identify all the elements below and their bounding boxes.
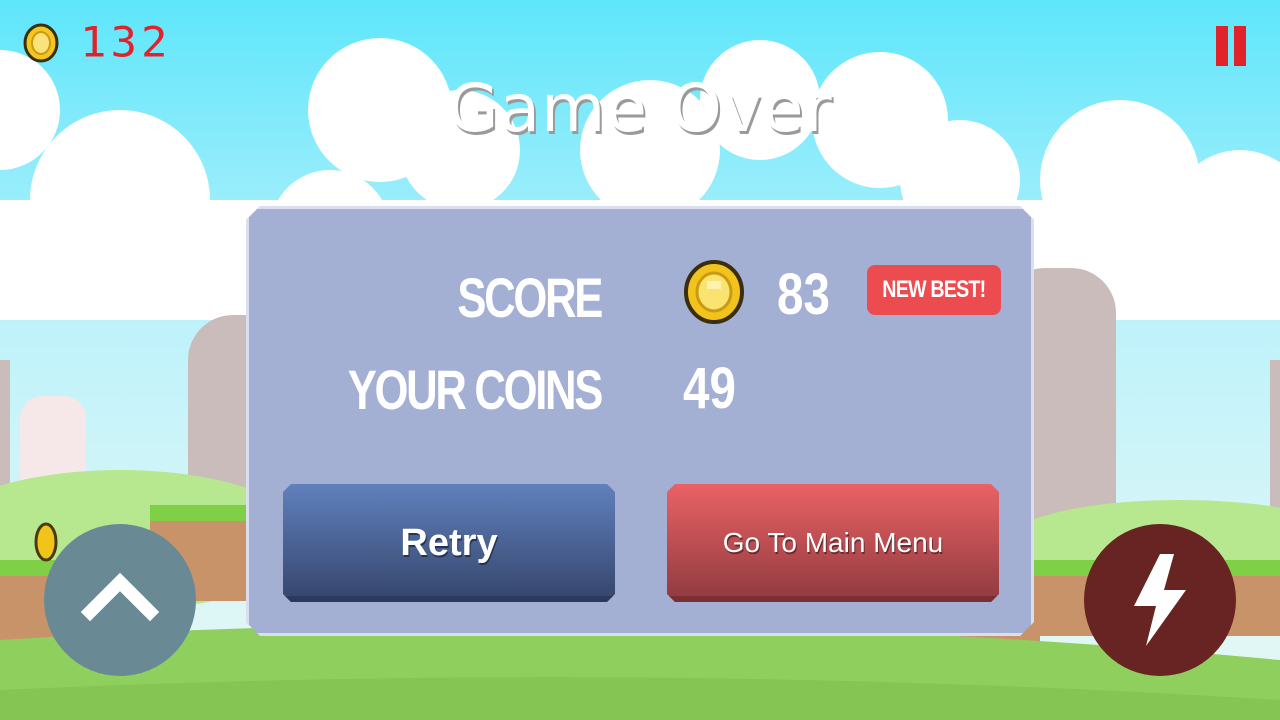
new-best-badge: NEW BEST! bbox=[867, 265, 1001, 315]
hud-coin-counter: 132 bbox=[22, 22, 171, 64]
pause-button[interactable] bbox=[1210, 26, 1250, 68]
main-menu-button-label: Go To Main Menu bbox=[722, 527, 944, 558]
score-label: SCORE bbox=[457, 266, 601, 329]
coin-icon bbox=[23, 23, 59, 63]
boost-button[interactable] bbox=[1084, 524, 1236, 676]
coin-total: 132 bbox=[80, 18, 172, 67]
your-coins-value: 49 bbox=[683, 356, 736, 421]
main-menu-button[interactable]: Go To Main Menu bbox=[667, 484, 999, 602]
score-value: 83 bbox=[777, 262, 830, 327]
coin-icon bbox=[683, 259, 745, 325]
jump-button[interactable] bbox=[44, 524, 196, 676]
retry-button-label: Retry bbox=[400, 521, 498, 564]
game-over-panel: SCORE 83 NEW BEST! YOUR COINS 49 Retry G… bbox=[246, 206, 1034, 636]
retry-button[interactable]: Retry bbox=[283, 484, 615, 602]
pause-icon bbox=[1216, 26, 1228, 66]
your-coins-label: YOUR COINS bbox=[347, 358, 601, 421]
chevron-up-icon bbox=[80, 572, 160, 622]
lightning-icon bbox=[1134, 554, 1186, 646]
game-over-title: Game Over bbox=[447, 70, 833, 147]
